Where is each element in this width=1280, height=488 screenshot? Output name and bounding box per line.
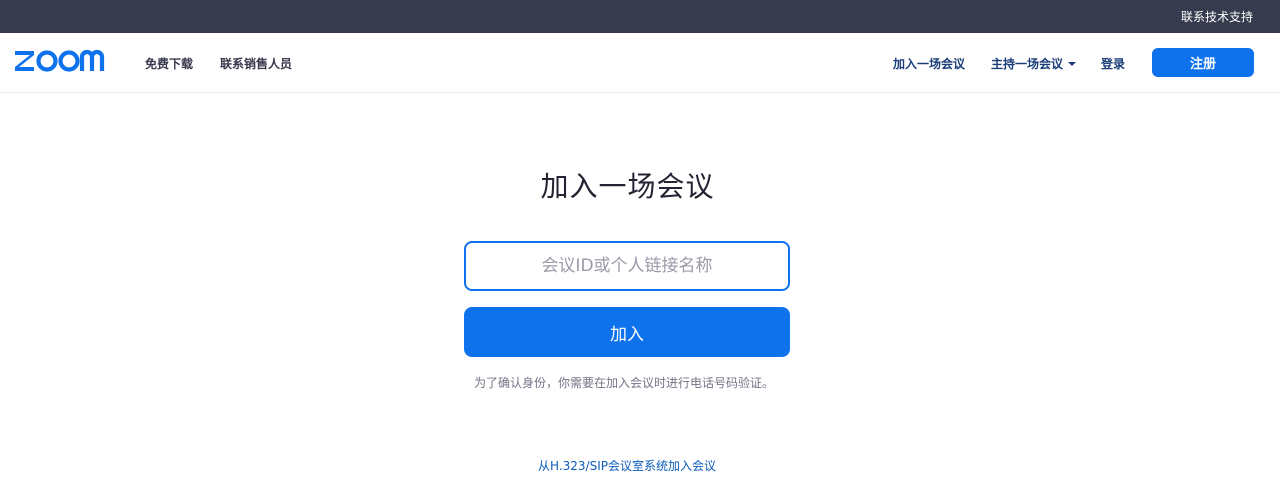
sign-up-button[interactable]: 注册	[1152, 48, 1254, 77]
page-title: 加入一场会议	[540, 170, 715, 203]
sip-join-link[interactable]: 从H.323/SIP会议室系统加入会议	[0, 457, 1254, 474]
nav-host-meeting-label: 主持一场会议	[991, 57, 1064, 71]
main-navbar: 免费下载 联系销售人员 加入一场会议 主持一场会议 登录 注册	[0, 33, 1280, 93]
nav-sign-in[interactable]: 登录	[1101, 55, 1125, 72]
caret-down-icon	[1068, 61, 1077, 66]
phone-verification-notice: 为了确认身份，你需要在加入会议时进行电话号码验证。	[473, 376, 774, 390]
nav-join-meeting[interactable]: 加入一场会议	[893, 55, 965, 72]
nav-host-meeting[interactable]: 主持一场会议	[991, 55, 1077, 72]
join-button[interactable]: 加入	[464, 307, 790, 357]
contact-support-link[interactable]: 联系技术支持	[1181, 8, 1253, 25]
zoom-logo[interactable]	[13, 45, 115, 77]
meeting-id-field-wrapper	[464, 241, 790, 291]
top-utility-bar: 联系技术支持	[0, 0, 1280, 33]
nav-contact-sales[interactable]: 联系销售人员	[220, 55, 292, 72]
meeting-id-input[interactable]	[466, 243, 788, 289]
nav-download[interactable]: 免费下载	[145, 55, 193, 72]
